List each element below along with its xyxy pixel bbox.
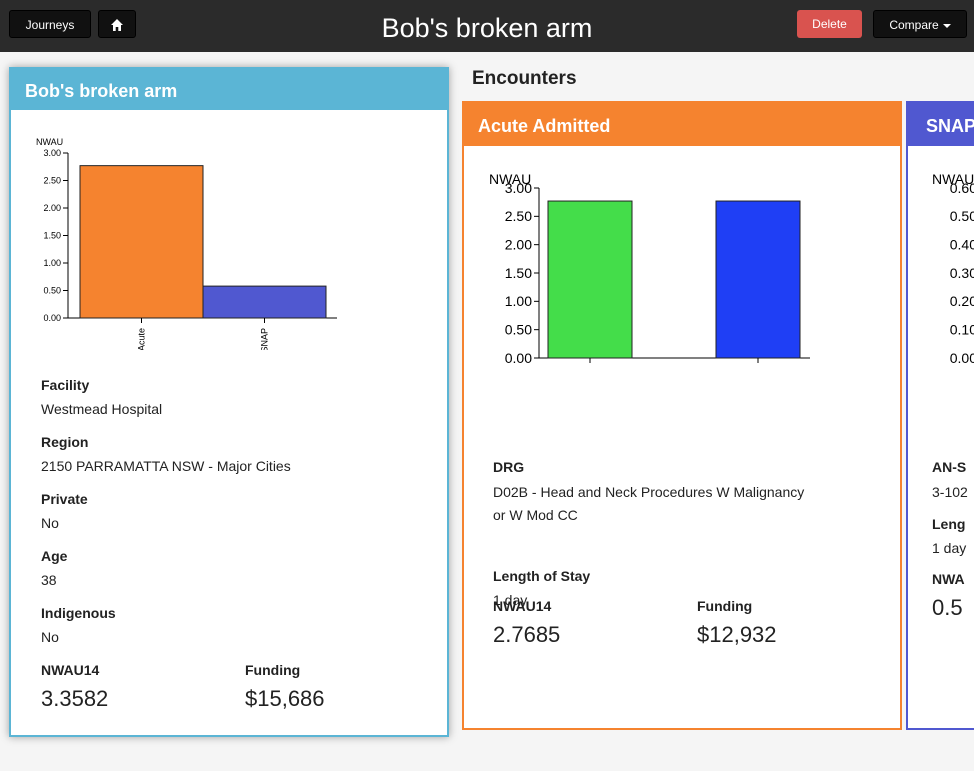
indigenous-value: No — [41, 629, 59, 645]
facility-label: Facility — [41, 377, 90, 393]
funding-value: $15,686 — [245, 686, 325, 711]
acute-nwau-label: NWAU14 — [493, 598, 552, 614]
los-label: Length of Stay — [493, 568, 591, 584]
snap-length-value: 1 day — [932, 540, 967, 556]
bar — [202, 285, 327, 319]
nwau-label: NWAU14 — [41, 662, 100, 678]
y-tick-label: 0.00 — [950, 350, 974, 366]
x-tick-label: Acute — [137, 328, 147, 350]
delete-button[interactable]: Delete — [797, 10, 862, 38]
drg-label: DRG — [493, 459, 525, 475]
y-tick-label: 1.00 — [505, 293, 532, 309]
private-label: Private — [41, 491, 88, 507]
region-label: Region — [41, 434, 89, 450]
y-tick-label: 1.00 — [43, 258, 61, 268]
acute-nwau-chart: NWAU0.000.501.001.502.002.503.00 — [489, 171, 810, 366]
y-tick-label: 3.00 — [43, 148, 61, 158]
y-tick-label: 0.10 — [950, 322, 974, 338]
y-tick-label: 0.40 — [950, 237, 974, 253]
y-tick-label: 2.50 — [43, 176, 61, 186]
ans-label: AN-S — [932, 459, 967, 475]
y-tick-label: 0.60 — [950, 180, 974, 196]
top-navbar: Journeys Bob's broken arm Delete Compare — [0, 0, 974, 52]
compare-label: Compare — [889, 18, 939, 32]
home-icon — [111, 19, 123, 31]
nwau-value: 3.3582 — [41, 686, 109, 711]
y-tick-label: 3.00 — [505, 180, 532, 196]
y-tick-label: 0.50 — [505, 322, 532, 338]
y-tick-label: 1.50 — [43, 231, 61, 241]
bar — [547, 200, 633, 359]
journeys-button[interactable]: Journeys — [9, 10, 91, 38]
acute-funding-value: $12,932 — [697, 622, 777, 647]
acute-card-title: Acute Admitted — [464, 103, 900, 146]
y-tick-label: 1.50 — [505, 265, 532, 281]
y-tick-label: 0.20 — [950, 293, 974, 309]
y-axis-label: NWAU — [36, 137, 63, 147]
summary-title: Bob's broken arm — [11, 69, 447, 110]
x-tick-label: SNAP — [260, 328, 270, 350]
encounter-card-snap: SNAP NWAU 0.00 0.10 0.20 0.30 0.40 0.50 0.60 AN… — [906, 101, 974, 730]
caret-down-icon — [942, 23, 951, 28]
drg-value-line1: D02B - Head and Neck Procedures W Malign… — [493, 484, 805, 500]
y-tick-label: 0.00 — [505, 350, 532, 366]
snap-nwau-chart: NWAU0.000.100.200.300.400.500.60 — [932, 171, 974, 366]
age-label: Age — [41, 548, 68, 564]
snap-length-label: Leng — [932, 516, 966, 532]
snap-card-title: SNAP — [908, 103, 974, 146]
y-tick-label: 0.50 — [43, 286, 61, 296]
drg-value-line2: or W Mod CC — [493, 507, 578, 523]
summary-nwau-chart: NWAU 0.00 0.50 1.00 1.50 2.00 2.50 3.00 Acute SNA… — [36, 137, 337, 350]
y-tick-label: 0.30 — [950, 265, 974, 281]
facility-value: Westmead Hospital — [41, 401, 163, 417]
page-title: Bob's broken arm — [381, 13, 593, 43]
snap-nwau-value: 0.5 — [932, 595, 963, 620]
indigenous-label: Indigenous — [41, 605, 116, 621]
acute-nwau-value: 2.7685 — [493, 622, 561, 647]
journey-summary-panel: Bob's broken arm NWAU 0.00 0.50 1.00 1.50 2.0… — [9, 67, 449, 737]
home-button[interactable] — [98, 10, 136, 38]
bar — [79, 165, 204, 319]
private-value: No — [41, 515, 59, 531]
y-tick-label: 2.00 — [505, 237, 532, 253]
encounter-card-acute: Acute Admitted NWAU 0.00 0.50 1.00 1.50 2.00 2… — [462, 101, 902, 730]
encounters-heading: Encounters — [472, 68, 577, 89]
region-value: 2150 PARRAMATTA NSW - Major Cities — [41, 458, 291, 474]
y-tick-label: 2.50 — [505, 208, 532, 224]
y-tick-label: 0.50 — [950, 208, 974, 224]
acute-funding-label: Funding — [697, 598, 753, 614]
ans-value: 3-102 — [932, 484, 968, 500]
y-tick-label: 2.00 — [43, 203, 61, 213]
age-value: 38 — [41, 572, 57, 588]
snap-nwau-label: NWA — [932, 571, 965, 587]
compare-dropdown[interactable]: Compare — [873, 10, 967, 38]
bar — [715, 200, 801, 359]
funding-label: Funding — [245, 662, 301, 678]
y-tick-label: 0.00 — [43, 313, 61, 323]
